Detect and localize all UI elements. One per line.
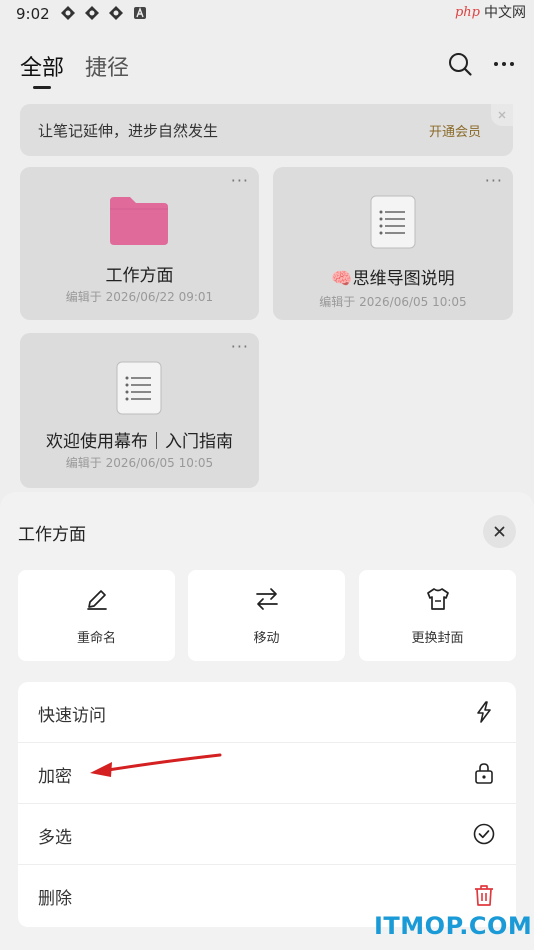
status-icons bbox=[60, 5, 148, 21]
trash-icon bbox=[475, 885, 493, 906]
bottom-sheet: 工作方面 重命名 移动 更换封面 快速访问 加密 多选 删除 bbox=[0, 492, 534, 950]
close-icon bbox=[494, 526, 505, 537]
document-icon bbox=[370, 195, 416, 249]
change-cover-button[interactable]: 更换封面 bbox=[359, 570, 516, 661]
more-icon[interactable] bbox=[490, 50, 518, 78]
card-title: 🧠思维导图说明 bbox=[331, 269, 455, 289]
banner-text: 让笔记延伸，进步自然发生 bbox=[38, 122, 219, 140]
status-bar: 9:02 php 中文网 bbox=[0, 0, 534, 28]
card-title: 工作方面 bbox=[105, 266, 174, 286]
check-circle-icon bbox=[473, 823, 495, 845]
card-title: 欢迎使用幕布｜入门指南 bbox=[46, 432, 233, 452]
tab-shortcuts[interactable]: 捷径 bbox=[85, 50, 129, 82]
card-more-button[interactable]: ··· bbox=[231, 337, 249, 356]
delete-label: 删除 bbox=[38, 889, 72, 909]
open-membership-button[interactable]: 开通会员 bbox=[429, 121, 481, 140]
search-icon[interactable] bbox=[446, 50, 474, 78]
sheet-close-button[interactable] bbox=[483, 515, 516, 548]
close-icon bbox=[498, 111, 506, 119]
move-button[interactable]: 移动 bbox=[188, 570, 345, 661]
pencil-icon bbox=[87, 590, 107, 610]
bolt-icon bbox=[477, 701, 491, 723]
banner-close-button[interactable] bbox=[491, 104, 513, 126]
change-cover-label: 更换封面 bbox=[411, 631, 464, 646]
app-icon-1 bbox=[61, 6, 75, 20]
folder-card[interactable]: ··· 工作方面 编辑于 2026/06/22 09:01 bbox=[20, 167, 259, 320]
membership-banner: 让笔记延伸，进步自然发生 开通会员 bbox=[20, 104, 513, 156]
multi-select-label: 多选 bbox=[38, 828, 72, 848]
top-bar: 全部 捷径 bbox=[0, 44, 534, 94]
quick-access-item[interactable]: 快速访问 bbox=[18, 682, 516, 743]
text-app-icon bbox=[134, 7, 146, 19]
quick-access-label: 快速访问 bbox=[38, 706, 106, 726]
doc-card[interactable]: ··· 🧠思维导图说明 编辑于 2026/06/05 10:05 bbox=[273, 167, 513, 320]
app-icon-3 bbox=[109, 6, 123, 20]
rename-label: 重命名 bbox=[76, 631, 116, 646]
sheet-title: 工作方面 bbox=[18, 525, 86, 545]
encrypt-label: 加密 bbox=[38, 767, 72, 787]
multi-select-item[interactable]: 多选 bbox=[18, 804, 516, 865]
watermark-itmop: ITMOP.COM bbox=[374, 912, 533, 940]
card-edit-time: 编辑于 2026/06/05 10:05 bbox=[65, 456, 214, 470]
lock-icon bbox=[475, 763, 493, 784]
shirt-icon bbox=[427, 588, 449, 610]
swap-arrows-icon bbox=[256, 588, 278, 610]
folder-icon bbox=[110, 197, 168, 245]
rename-button[interactable]: 重命名 bbox=[18, 570, 175, 661]
document-icon bbox=[116, 361, 162, 415]
card-more-button[interactable]: ··· bbox=[485, 171, 503, 190]
status-time: 9:02 bbox=[16, 5, 50, 23]
card-more-button[interactable]: ··· bbox=[231, 171, 249, 190]
app-icon-2 bbox=[85, 6, 99, 20]
watermark-php-text: php bbox=[454, 4, 480, 20]
tab-all[interactable]: 全部 bbox=[20, 50, 64, 82]
watermark-php: php 中文网 bbox=[455, 2, 526, 22]
annotation-arrow bbox=[90, 753, 222, 777]
tab-indicator bbox=[33, 86, 51, 89]
card-edit-time: 编辑于 2026/06/22 09:01 bbox=[65, 290, 214, 304]
move-label: 移动 bbox=[253, 631, 280, 646]
options-list: 快速访问 加密 多选 删除 bbox=[18, 682, 516, 927]
card-edit-time: 编辑于 2026/06/05 10:05 bbox=[319, 295, 467, 309]
watermark-cn-text: 中文网 bbox=[484, 5, 526, 21]
doc-card[interactable]: ··· 欢迎使用幕布｜入门指南 编辑于 2026/06/05 10:05 bbox=[20, 333, 259, 488]
